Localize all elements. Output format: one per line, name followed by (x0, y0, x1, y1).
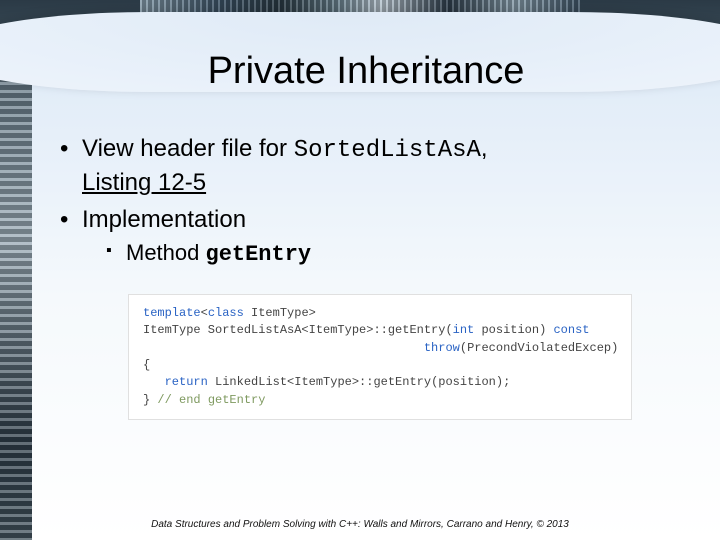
slide-content: Private Inheritance View header file for… (0, 0, 720, 540)
code-t (143, 341, 424, 355)
bullet-list: View header file for SortedListAsA, List… (60, 133, 672, 270)
code-t: LinkedList<ItemType>::getEntry(position)… (208, 375, 510, 389)
code-t: ItemType SortedListAsA<ItemType>::getEnt… (143, 323, 453, 337)
code-kw-int: int (453, 323, 475, 337)
sub-bullet-list: Method getEntry (82, 238, 672, 270)
code-kw-template: template (143, 306, 201, 320)
code-t: position) (474, 323, 553, 337)
sub-1-code: getEntry (206, 242, 312, 267)
code-t: } (143, 393, 157, 407)
bullet-1-code: SortedListAsA (294, 137, 481, 164)
code-snippet: template<class ItemType> ItemType Sorted… (128, 294, 632, 420)
code-kw-return: return (165, 375, 208, 389)
footer-citation: Data Structures and Problem Solving with… (0, 519, 720, 530)
code-t: < (201, 306, 208, 320)
bullet-1-text-post: , (481, 135, 488, 162)
bullet-2: Implementation Method getEntry (60, 204, 672, 270)
code-t: { (143, 358, 150, 372)
code-t: (PrecondViolatedExcep) (460, 341, 618, 355)
sub-1-pre: Method (126, 240, 206, 265)
slide-title: Private Inheritance (60, 50, 672, 93)
code-t: ItemType> (244, 306, 316, 320)
listing-link[interactable]: Listing 12-5 (82, 169, 206, 196)
code-kw-class: class (208, 306, 244, 320)
code-t (143, 375, 165, 389)
bullet-1: View header file for SortedListAsA, List… (60, 133, 672, 200)
bullet-1-text-pre: View header file for (82, 135, 294, 162)
code-kw-const: const (553, 323, 589, 337)
code-comment: // end getEntry (157, 393, 265, 407)
code-kw-throw: throw (424, 341, 460, 355)
sub-bullet-1: Method getEntry (82, 238, 672, 270)
bullet-2-text: Implementation (82, 206, 246, 233)
